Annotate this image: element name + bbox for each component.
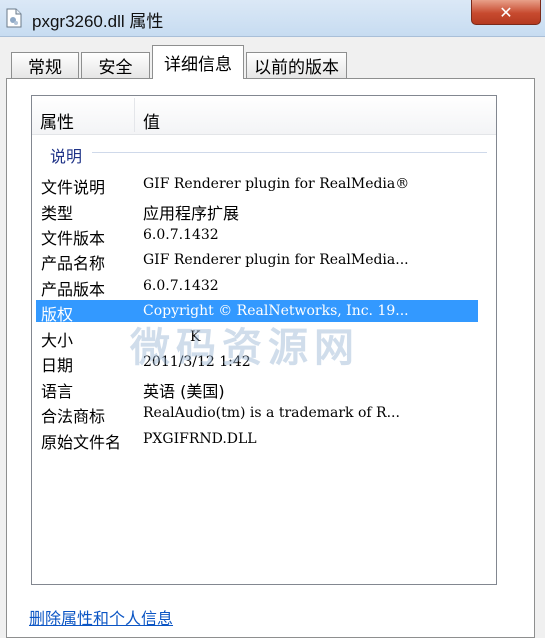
title-bar: pxgr3260.dll 属性 ✕ xyxy=(0,0,545,37)
row-value-file-description[interactable]: GIF Renderer plugin for RealMedia® xyxy=(143,176,409,192)
row-value-original-filename[interactable]: PXGIFRND.DLL xyxy=(143,431,257,447)
row-value-file-version[interactable]: 6.0.7.1432 xyxy=(143,227,219,243)
list-header xyxy=(32,96,496,135)
row-label-copyright[interactable]: 版权 xyxy=(41,301,73,325)
row-label-original-filename[interactable]: 原始文件名 xyxy=(41,429,121,453)
row-value-trademark[interactable]: RealAudio(tm) is a trademark of R... xyxy=(143,405,400,421)
row-value-product-name[interactable]: GIF Renderer plugin for RealMedia... xyxy=(143,252,409,268)
row-label-product-name[interactable]: 产品名称 xyxy=(41,250,105,274)
row-value-product-version[interactable]: 6.0.7.1432 xyxy=(143,278,219,294)
group-divider xyxy=(92,152,487,153)
close-button[interactable]: ✕ xyxy=(471,0,541,25)
tab-label: 安全 xyxy=(98,58,133,78)
column-separator[interactable] xyxy=(134,98,135,132)
row-label-type[interactable]: 类型 xyxy=(41,200,73,224)
window-title: pxgr3260.dll 属性 xyxy=(32,12,164,31)
row-label-file-version[interactable]: 文件版本 xyxy=(41,225,105,249)
tab-label: 常规 xyxy=(28,58,62,78)
row-label-trademark[interactable]: 合法商标 xyxy=(41,403,105,427)
tab-label: 详细信息 xyxy=(164,55,232,75)
watermark: 微码资源网 xyxy=(130,325,360,371)
row-label-size[interactable]: 大小 xyxy=(41,327,73,351)
remove-properties-link[interactable]: 删除属性和个人信息 xyxy=(29,605,173,629)
close-icon: ✕ xyxy=(499,2,513,22)
tab-general[interactable]: 常规 xyxy=(11,52,79,78)
column-header-value[interactable]: 值 xyxy=(143,108,160,133)
tab-label: 以前的版本 xyxy=(254,58,339,78)
row-label-file-description[interactable]: 文件说明 xyxy=(41,174,105,198)
tab-security[interactable]: 安全 xyxy=(81,52,150,78)
row-label-product-version[interactable]: 产品版本 xyxy=(41,276,105,300)
tab-previous-versions[interactable]: 以前的版本 xyxy=(246,52,347,78)
dll-file-icon xyxy=(6,8,22,28)
tab-details[interactable]: 详细信息 xyxy=(152,45,244,79)
group-header-description[interactable]: 说明 xyxy=(50,143,82,167)
row-value-language[interactable]: 英语 (美国) xyxy=(143,378,225,402)
row-value-type[interactable]: 应用程序扩展 xyxy=(143,200,239,224)
row-label-language[interactable]: 语言 xyxy=(41,378,73,402)
column-header-property[interactable]: 属性 xyxy=(40,108,74,133)
row-label-date[interactable]: 日期 xyxy=(41,352,73,376)
